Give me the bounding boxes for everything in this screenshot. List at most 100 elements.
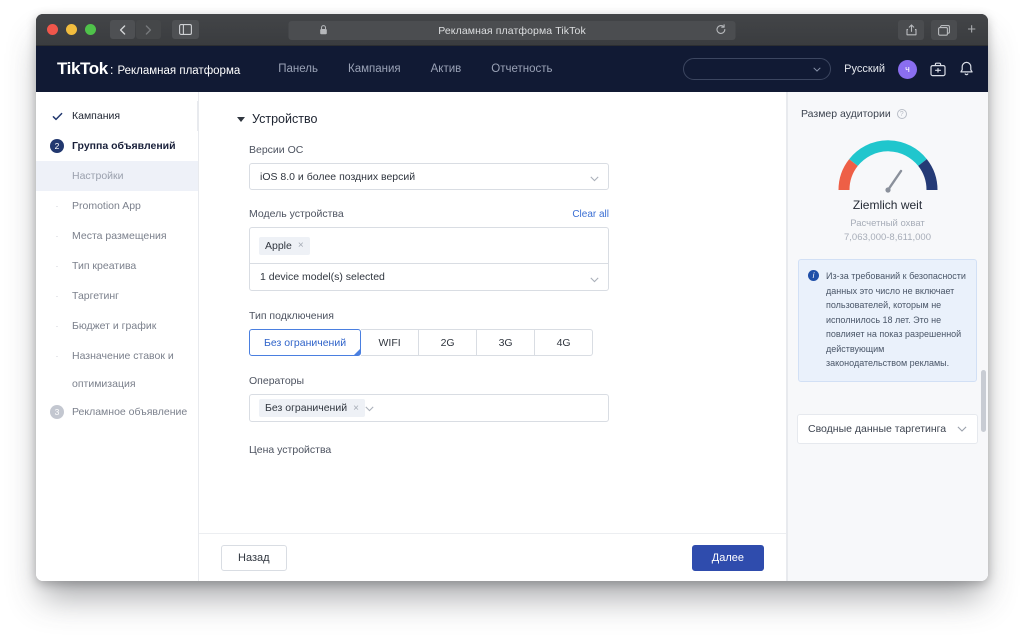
os-versions-value: iOS 8.0 и более поздних версий [260,170,416,183]
sidebar-item-campaign[interactable]: Кампания [36,101,198,131]
close-window-button[interactable] [47,24,58,35]
sidebar-item-placements[interactable]: · Места размещения [36,221,198,251]
sidebar-item-bidding-optimization[interactable]: · Назначение ставок и [36,341,198,371]
estimated-reach-label: Расчетный охват [850,218,925,229]
screen: Рекламная платформа TikTok + TikTok: Ре… [0,0,1024,636]
targeting-summary-toggle[interactable]: Сводные данные таргетинга [797,414,978,444]
sidebar-item-promotion-app[interactable]: · Promotion App [36,191,198,221]
nav-item-assets[interactable]: Актив [431,63,462,75]
segment-wifi[interactable]: WIFI [361,329,420,356]
share-icon[interactable] [898,20,925,40]
sidebar-item-creative-type[interactable]: · Тип креатива [36,251,198,281]
sidebar-item-label: Группа объявлений [72,140,176,152]
lock-icon [320,25,328,38]
bullet-icon: · [55,261,59,271]
device-model-label: Модель устройства [249,208,344,220]
device-price-label: Цена устройства [249,444,332,456]
sidebar-item-ad-group[interactable]: 2 Группа объявлений [36,131,198,161]
bullet-icon: · [55,231,59,241]
os-versions-select[interactable]: iOS 8.0 и более поздних версий [249,163,609,190]
sidebar-item-label: Таргетинг [72,290,120,302]
sidebar-item-bidding-optimization-line2[interactable]: оптимизация [36,371,198,397]
nav-item-reporting[interactable]: Отчетность [491,63,552,75]
tag-apple[interactable]: Apple × [259,236,310,255]
tabs-overview-icon[interactable] [931,20,958,40]
privacy-info-box: i Из-за требований к безопасности данных… [798,259,977,383]
back-button[interactable]: Назад [221,544,287,571]
field-carriers: Операторы Без ограничений × [249,375,609,422]
collapse-caret-icon[interactable] [237,116,245,122]
bell-icon[interactable] [959,61,974,77]
remove-tag-icon[interactable]: × [353,403,359,414]
bullet-icon: · [55,321,59,331]
carriers-label: Операторы [249,375,305,387]
bullet-icon: · [55,351,59,361]
maximize-window-button[interactable] [85,24,96,35]
chevron-down-icon [957,423,967,435]
back-chevron-icon[interactable] [110,20,135,39]
segment-2g[interactable]: 2G [419,329,478,356]
nav-item-dashboard[interactable]: Панель [278,63,318,75]
avatar[interactable]: ч [898,59,917,79]
bullet-icon: · [55,291,59,301]
info-icon: i [808,270,819,281]
check-icon [50,109,64,123]
account-select[interactable] [683,58,832,80]
browser-titlebar: Рекламная платформа TikTok + [36,14,988,46]
sidebar-item-label: оптимизация [72,378,136,390]
device-model-value: 1 device model(s) selected [260,271,385,283]
new-tab-button[interactable]: + [964,22,979,39]
segment-unlimited[interactable]: Без ограничений [249,329,362,356]
remove-tag-icon[interactable]: × [298,240,304,251]
sidebar-item-budget-schedule[interactable]: · Бюджет и график [36,311,198,341]
tag-carrier-unlimited[interactable]: Без ограничений × [259,399,365,417]
sidebar-item-label: Рекламное объявление [72,406,188,418]
sidebar-item-targeting[interactable]: · Таргетинг [36,281,198,311]
brand-subtitle: Рекламная платформа [117,65,241,77]
tiktok-logo[interactable]: TikTok : Рекламная платформа [57,59,240,79]
sidebar-toggle-icon[interactable] [172,20,199,39]
device-model-tagbox[interactable]: Apple × [249,227,609,263]
bullet-icon: · [55,201,59,211]
gauge-chart [837,140,938,193]
sidebar-item-label: Promotion App [72,200,141,212]
targeting-summary-label: Сводные данные таргетинга [808,423,947,435]
section-title: Устройство [252,112,318,126]
connection-type-segments[interactable]: Без ограничений WIFI 2G 3G 4G [249,329,609,356]
segment-4g[interactable]: 4G [535,329,594,356]
language-selector[interactable]: Русский [844,63,885,75]
estimated-reach-value: 7,063,000-8,611,000 [844,232,931,243]
forward-chevron-icon[interactable] [136,20,161,39]
brand-name: TikTok [57,59,108,78]
step-badge-2: 2 [50,139,64,153]
next-button[interactable]: Далее [691,544,764,571]
clear-all-button[interactable]: Clear all [572,209,609,220]
address-bar[interactable]: Рекламная платформа TikTok [288,21,736,40]
carriers-select[interactable]: Без ограничений × [249,394,609,422]
sidebar-item-label: Места размещения [72,230,167,242]
device-form: Устройство Версии ОС iOS 8.0 и более поз… [199,92,786,581]
audience-panel: Размер аудитории ? Ziemlich weit Расчетн [787,92,988,581]
sidebar-item-ad[interactable]: 3 Рекламное объявление [36,397,198,427]
connection-type-label: Тип подключения [249,310,334,322]
device-model-select[interactable]: 1 device model(s) selected [249,263,609,291]
device-model-label-row: Модель устройства Clear all [249,208,609,220]
sidebar-item-settings[interactable]: Настройки [36,161,198,191]
reload-icon[interactable] [716,24,727,39]
panel-scrollbar[interactable] [981,370,986,432]
briefcase-icon[interactable] [930,62,946,77]
sidebar-item-label: Настройки [72,170,124,182]
audience-size-title: Размер аудитории [801,108,891,120]
top-navigation[interactable]: Панель Кампания Актив Отчетность [278,63,552,75]
header-right-cluster: Русский ч [683,58,974,80]
navigation-buttons[interactable] [110,20,161,39]
field-connection-type: Тип подключения Без ограничений WIFI 2G … [249,310,609,356]
segment-3g[interactable]: 3G [477,329,536,356]
chevron-down-icon [590,274,599,286]
question-mark-icon[interactable]: ? [896,109,907,119]
section-header-device[interactable]: Устройство [237,112,786,126]
browser-right-buttons[interactable]: + [898,20,979,40]
nav-item-campaign[interactable]: Кампания [348,63,401,75]
window-controls[interactable] [47,24,96,35]
minimize-window-button[interactable] [66,24,77,35]
